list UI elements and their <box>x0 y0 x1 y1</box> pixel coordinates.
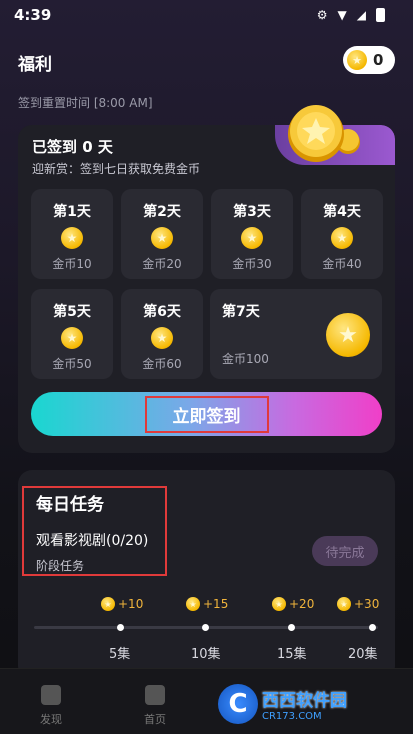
coin-icon: ★ <box>61 227 83 249</box>
milestone-dot <box>288 624 295 631</box>
coin-icon: ★ <box>347 50 367 70</box>
tab-discover[interactable]: 发现 <box>16 669 86 727</box>
milestone-label: 15集 <box>277 647 307 662</box>
day-reward: 金币50 <box>52 357 92 371</box>
settings-icon: ⚙ <box>316 8 328 22</box>
coin-stack-icon <box>288 105 360 162</box>
watermark: C 西西软件园 CR173.COM <box>218 683 393 725</box>
milestone-reward-value: +10 <box>118 597 144 611</box>
day-label: 第2天 <box>143 204 181 220</box>
reset-time-text: 签到重置时间 [8:00 AM] <box>18 96 153 110</box>
signin-day-5[interactable]: 第5天 ★ 金币50 <box>31 289 113 379</box>
signin-day-6[interactable]: 第6天 ★ 金币60 <box>121 289 203 379</box>
day-label: 第6天 <box>143 304 181 320</box>
milestone-reward-value: +30 <box>354 597 380 611</box>
signin-day-4[interactable]: 第4天 ★ 金币40 <box>301 189 383 279</box>
day-reward: 金币30 <box>232 257 272 271</box>
day-label: 第7天 <box>222 304 260 320</box>
milestone-dot <box>369 624 376 631</box>
tab-home[interactable]: 首页 <box>120 669 190 727</box>
milestone-reward-value: +20 <box>289 597 315 611</box>
coin-icon: ★ <box>151 327 173 349</box>
play-icon <box>41 685 61 705</box>
signal-icon: ◢ <box>356 8 366 22</box>
task-name: 观看影视剧(0/20) <box>36 533 149 549</box>
day-reward: 金币10 <box>52 257 92 271</box>
day-reward: 金币40 <box>322 257 362 271</box>
coin-icon: ★ <box>101 597 115 611</box>
day-reward: 金币20 <box>142 257 182 271</box>
signed-days-count: 已签到 0 天 <box>32 138 113 156</box>
wifi-icon: ▼ <box>337 8 347 22</box>
day-reward: 金币60 <box>142 357 182 371</box>
coin-icon: ★ <box>61 327 83 349</box>
status-bar: 4:39 ⚙ ▼ ◢ <box>0 0 413 30</box>
watermark-text: 西西软件园 <box>262 691 347 711</box>
coin-icon: ★ <box>331 227 353 249</box>
coin-icon: ★ <box>241 227 263 249</box>
home-icon <box>145 685 165 705</box>
milestone-label: 5集 <box>109 647 131 662</box>
coin-balance: 0 <box>373 51 384 69</box>
newcomer-reward-text: 迎新赏：签到七日获取免费金币 <box>32 162 201 176</box>
milestone-label: 20集 <box>348 647 378 662</box>
task-stage-label: 阶段任务 <box>36 559 85 573</box>
signin-day-7[interactable]: 第7天 金币100 ★ <box>210 289 382 379</box>
signin-button[interactable]: 立即签到 <box>31 392 382 436</box>
milestone-reward-3: ★ +20 <box>272 597 314 611</box>
watermark-url: CR173.COM <box>262 711 322 722</box>
coin-balance-pill[interactable]: ★ 0 <box>343 46 395 74</box>
day-label: 第1天 <box>53 204 91 220</box>
milestone-label: 10集 <box>191 647 221 662</box>
signin-button-label: 立即签到 <box>144 395 269 433</box>
milestone-reward-1: ★ +10 <box>101 597 143 611</box>
status-icons: ⚙ ▼ ◢ <box>317 8 385 22</box>
daily-tasks-title: 每日任务 <box>36 495 104 515</box>
day-label: 第5天 <box>53 304 91 320</box>
signin-day-3[interactable]: 第3天 ★ 金币30 <box>211 189 293 279</box>
tab-label: 首页 <box>144 713 166 726</box>
day-reward: 金币100 <box>222 352 269 366</box>
coin-icon: ★ <box>337 597 351 611</box>
milestone-dot <box>202 624 209 631</box>
tab-label: 发现 <box>40 713 62 726</box>
signin-day-2[interactable]: 第2天 ★ 金币20 <box>121 189 203 279</box>
coin-icon: ★ <box>272 597 286 611</box>
watermark-logo-icon: C <box>218 684 258 724</box>
battery-icon <box>376 8 385 22</box>
milestone-reward-4: ★ +30 <box>337 597 379 611</box>
day-label: 第3天 <box>233 204 271 220</box>
coin-icon: ★ <box>186 597 200 611</box>
pending-button[interactable]: 待完成 <box>312 536 378 566</box>
page-title: 福利 <box>18 55 52 75</box>
day-label: 第4天 <box>323 204 361 220</box>
milestone-dot <box>117 624 124 631</box>
milestone-reward-value: +15 <box>203 597 229 611</box>
big-coin-icon: ★ <box>326 313 370 357</box>
signin-day-1[interactable]: 第1天 ★ 金币10 <box>31 189 113 279</box>
coin-icon: ★ <box>151 227 173 249</box>
milestone-reward-2: ★ +15 <box>186 597 228 611</box>
status-time: 4:39 <box>14 6 52 24</box>
